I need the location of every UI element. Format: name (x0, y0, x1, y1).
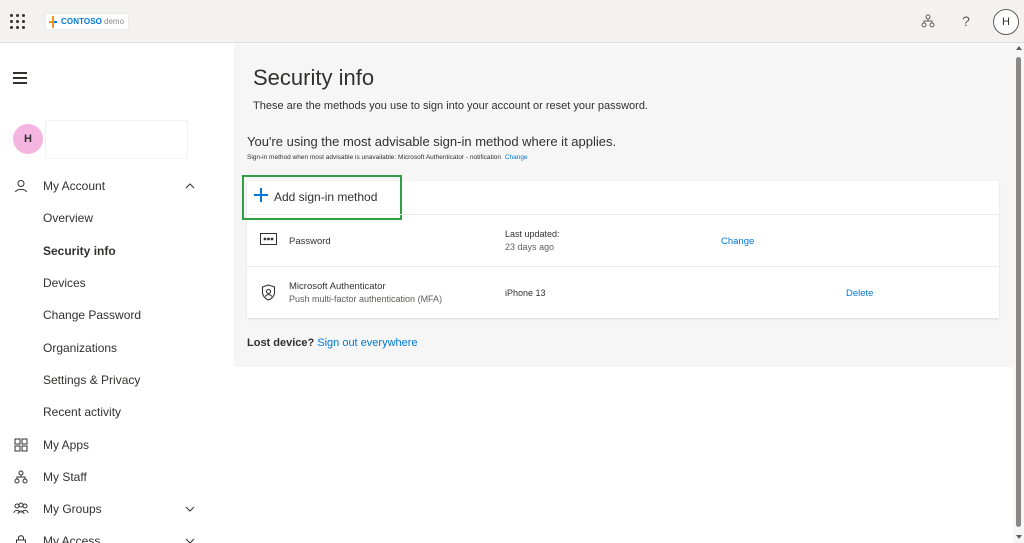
nav-label: My Apps (43, 438, 90, 452)
method-name: Microsoft Authenticator (289, 281, 386, 292)
methods-card: Add sign-in method Password Last updated… (242, 175, 999, 318)
authenticator-icon (260, 284, 277, 301)
page-scrollbar[interactable] (1013, 43, 1024, 543)
nav-label: Change Password (43, 308, 142, 322)
add-sign-in-method-label: Add sign-in method (274, 190, 378, 204)
nav-my-access[interactable]: My Access (0, 526, 234, 543)
delete-authenticator-link[interactable]: Delete (846, 288, 873, 299)
nav-overview[interactable]: Overview (0, 203, 234, 233)
staff-icon (13, 469, 29, 485)
nav-organizations[interactable]: Organizations (0, 333, 234, 363)
nav-settings-privacy[interactable]: Settings & Privacy (0, 365, 234, 395)
brand-logo[interactable]: CONTOSO demo (45, 13, 130, 30)
help-icon[interactable]: ? (955, 10, 977, 32)
nav-devices[interactable]: Devices (0, 268, 234, 298)
nav-my-staff[interactable]: My Staff (0, 462, 234, 492)
nav-label: Settings & Privacy (43, 373, 141, 387)
chevron-up-icon[interactable] (184, 180, 196, 192)
brand-suffix: demo (104, 17, 125, 26)
waffle-icon[interactable] (9, 13, 25, 29)
nav-security-info[interactable]: Security info (0, 236, 234, 266)
main-content: Security info These are the methods you … (234, 43, 1013, 367)
brand-name: CONTOSO (61, 17, 103, 26)
nav-recent-activity[interactable]: Recent activity (0, 397, 234, 427)
nav-change-password[interactable]: Change Password (0, 300, 234, 330)
contoso-logo-icon (49, 15, 58, 28)
groups-icon (13, 501, 29, 517)
default-method-text: Sign-in method when most advisable is un… (247, 154, 501, 161)
nav-my-account[interactable]: My Account (0, 171, 234, 201)
method-row-password: Password Last updated: 23 days ago Chang… (247, 214, 999, 266)
nav-label: Devices (43, 276, 86, 290)
nav-my-groups[interactable]: My Groups (0, 494, 234, 524)
nav-label: My Access (43, 534, 101, 543)
nav-label: Security info (43, 244, 116, 258)
password-dots-icon (260, 232, 277, 249)
lost-device-line: Lost device? Sign out everywhere (247, 337, 418, 349)
account-avatar[interactable]: H (993, 9, 1019, 35)
top-bar: CONTOSO demo ? H (0, 0, 1024, 43)
nav-label: My Staff (43, 470, 87, 484)
scroll-thumb[interactable] (1016, 57, 1021, 527)
page-subtitle: These are the methods you use to sign in… (253, 100, 648, 112)
last-updated-label: Last updated: (505, 229, 560, 239)
person-icon (13, 178, 29, 194)
last-updated-value: 23 days ago (505, 242, 555, 252)
lost-device-label: Lost device? (247, 337, 315, 349)
change-default-link[interactable]: Change (505, 154, 528, 161)
chevron-down-icon[interactable] (184, 503, 196, 515)
chevron-down-icon[interactable] (184, 535, 196, 543)
nav-label: My Groups (43, 502, 102, 516)
nav-my-apps[interactable]: My Apps (0, 430, 234, 460)
nav-label: My Account (43, 179, 106, 193)
sidebar: H My Account Overview Security info Devi… (0, 43, 234, 543)
help-symbol: ? (962, 13, 970, 29)
change-password-link[interactable]: Change (721, 236, 754, 247)
lock-icon (13, 533, 29, 543)
scroll-up-arrow-icon[interactable] (1016, 46, 1022, 50)
sign-out-everywhere-link[interactable]: Sign out everywhere (317, 337, 417, 349)
nav-label: Organizations (43, 341, 118, 355)
device-name: iPhone 13 (505, 288, 546, 298)
user-name-redacted (45, 120, 188, 159)
scroll-down-arrow-icon[interactable] (1016, 535, 1022, 539)
user-avatar: H (13, 124, 43, 154)
apps-icon (13, 437, 29, 453)
advisable-method-title: You're using the most advisable sign-in … (247, 134, 617, 149)
nav-label: Overview (43, 211, 94, 225)
method-row-authenticator: Microsoft Authenticator Push multi-facto… (247, 266, 999, 318)
nav-label: Recent activity (43, 405, 122, 419)
page-title: Security info (253, 65, 375, 90)
method-description: Push multi-factor authentication (MFA) (289, 294, 443, 304)
default-method-note: Sign-in method when most advisable is un… (247, 154, 528, 161)
method-name: Password (289, 236, 331, 247)
hamburger-menu-icon[interactable] (13, 72, 28, 84)
org-chart-icon[interactable] (917, 10, 939, 32)
plus-icon (254, 188, 268, 202)
